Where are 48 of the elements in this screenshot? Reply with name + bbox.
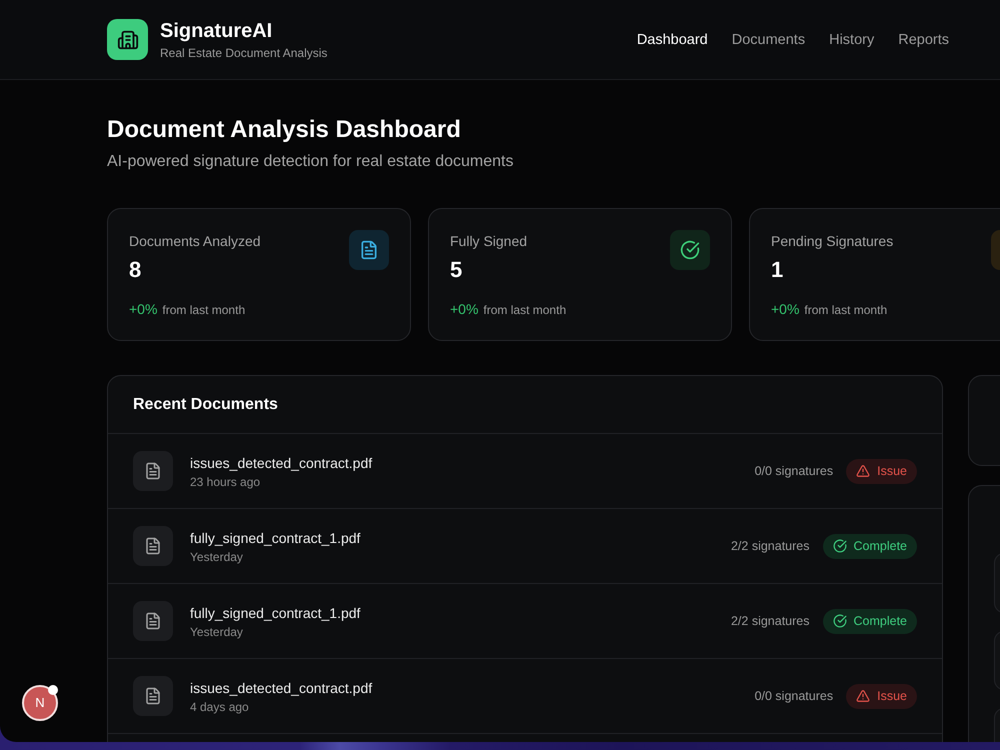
page-title: Document Analysis Dashboard (107, 115, 462, 145)
stat-change-note: from last month (162, 302, 246, 319)
stat-change-note: from last month (483, 302, 566, 319)
stat-value: 8 (129, 256, 142, 284)
file-name[interactable]: fully_signed_contract_1.pdf (190, 528, 360, 548)
signature-count: 2/2 signatures (730, 538, 810, 555)
stat-change-note: from last month (804, 302, 888, 319)
file-icon (133, 601, 173, 641)
nav-link[interactable]: Reports (898, 30, 949, 50)
dev-indicator-button[interactable]: N (22, 685, 58, 721)
stat-change: +0% (450, 300, 478, 319)
check-circle-icon (832, 539, 846, 553)
nav-link[interactable]: Documents (732, 30, 806, 50)
stat-label: Fully Signed (450, 232, 528, 251)
stat-change: +0% (771, 300, 800, 319)
nav-link[interactable]: History (829, 30, 874, 50)
status-label: Issue (877, 688, 907, 705)
stat-label: Pending Signatures (771, 232, 894, 251)
file-date: Yesterday (190, 548, 244, 564)
file-date: 23 hours ago (190, 474, 262, 490)
file-date: 4 days ago (190, 698, 250, 714)
stat-value: 5 (450, 256, 464, 284)
stat-label: Documents Analyzed (129, 232, 261, 251)
status-label: Complete (854, 612, 907, 630)
file-date: Yesterday (190, 624, 244, 640)
stat-value: 1 (771, 256, 784, 284)
document-icon (349, 230, 389, 270)
file-name[interactable]: fully_signed_contract_1.pdf (190, 602, 360, 622)
file-icon (133, 676, 173, 716)
file-icon (133, 526, 173, 566)
app-tagline: Real Estate Document Analysis (160, 45, 328, 61)
file-name[interactable]: issues_detected_contract.pdf (190, 452, 372, 472)
card-title: Recent Documents (133, 394, 278, 414)
check-circle-icon (832, 614, 846, 628)
warning-icon (856, 464, 870, 478)
page-subtitle: AI-powered signature detection for real estate documents (107, 152, 514, 172)
building-logo-icon (107, 19, 148, 60)
file-icon (133, 451, 173, 491)
signature-count: 0/0 signatures (754, 462, 834, 480)
file-name[interactable]: issues_detected_contract.pdf (190, 678, 372, 698)
status-label: Issue (877, 462, 907, 480)
app-title: SignatureAI (160, 19, 274, 44)
status-label: Complete (854, 538, 907, 555)
signature-count: 2/2 signatures (730, 612, 810, 630)
warning-icon (856, 689, 870, 703)
nav-link[interactable]: Dashboard (636, 30, 708, 50)
stat-change: +0% (129, 300, 158, 319)
signature-count: 0/0 signatures (754, 688, 834, 705)
